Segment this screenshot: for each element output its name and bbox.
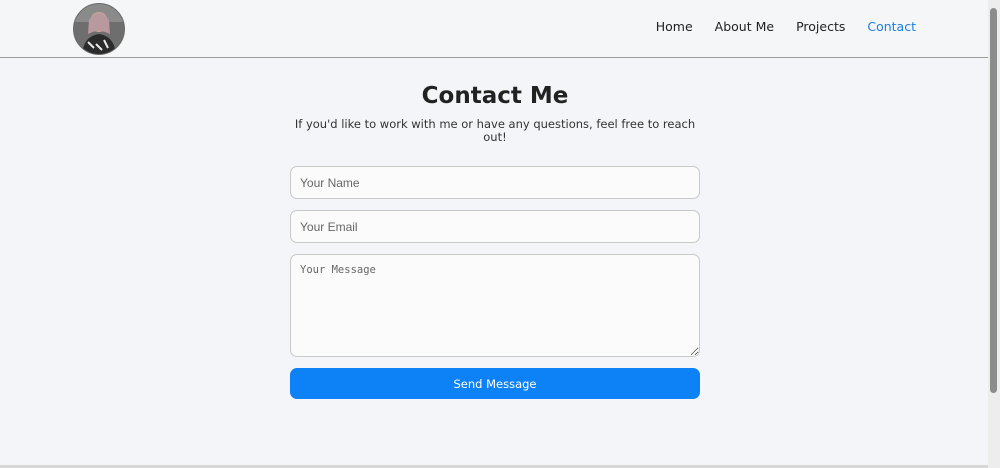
message-field[interactable] — [290, 254, 700, 357]
contact-section: Contact Me If you'd like to work with me… — [0, 58, 988, 468]
profile-avatar[interactable] — [73, 3, 125, 55]
page-subtitle: If you'd like to work with me or have an… — [294, 117, 696, 144]
scrollbar-thumb[interactable] — [990, 8, 997, 393]
site-header: Home About Me Projects Contact — [0, 0, 988, 58]
email-field[interactable] — [290, 210, 700, 243]
send-message-button[interactable]: Send Message — [290, 368, 700, 399]
name-field[interactable] — [290, 166, 700, 199]
nav-projects[interactable]: Projects — [796, 19, 845, 34]
nav-about-me[interactable]: About Me — [715, 19, 774, 34]
page-title: Contact Me — [421, 83, 569, 109]
nav-home[interactable]: Home — [656, 19, 693, 34]
page-scrollbar[interactable] — [988, 0, 1000, 468]
main-nav: Home About Me Projects Contact — [656, 19, 916, 34]
nav-contact[interactable]: Contact — [867, 19, 916, 34]
